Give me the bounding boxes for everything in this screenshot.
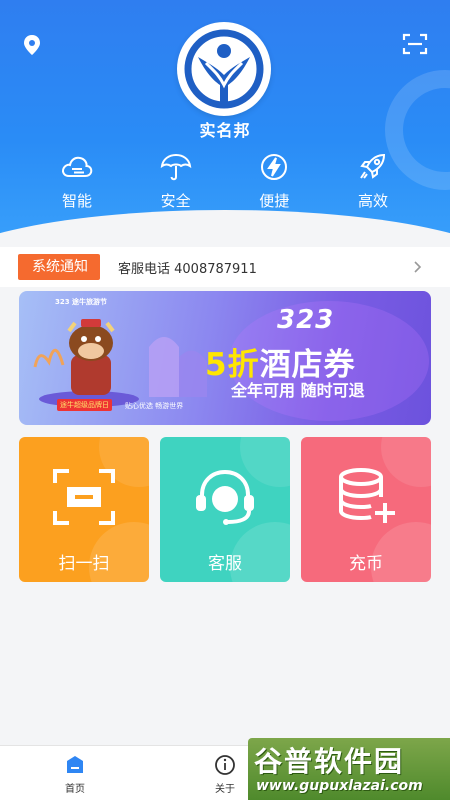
nav-label: 首页	[65, 784, 85, 795]
banner-tag: 途牛超级品牌日	[57, 399, 112, 411]
mascot-illustration	[33, 319, 207, 407]
headset-icon	[196, 469, 254, 525]
feature-secure: 安全	[128, 152, 224, 211]
notice-bar[interactable]: 系统通知 客服电话 4008787911	[0, 247, 450, 287]
chevron-right-icon[interactable]	[412, 259, 422, 275]
coin-stack-icon	[339, 468, 395, 523]
banner-number: 323	[277, 305, 335, 335]
notice-tag: 系统通知	[18, 254, 100, 280]
cloud-icon	[62, 156, 93, 177]
umbrella-icon	[160, 153, 191, 181]
watermark-name: 谷普软件园	[254, 745, 405, 778]
app-logo	[177, 22, 271, 116]
banner-logo: 323 途牛旅游节	[55, 298, 108, 306]
tile-label: 客服	[208, 554, 242, 574]
home-icon	[67, 756, 83, 773]
promo-banner[interactable]: 323 途牛旅游节 途牛超级品牌日 贴心优选 畅游世界 323 5折酒店券 全年…	[19, 291, 431, 425]
feature-efficient: 高效	[325, 152, 421, 211]
app-name: 实名邦	[199, 121, 251, 140]
banner-note: 全年可用 随时可退	[231, 381, 365, 400]
notice-text: 客服电话 4008787911	[118, 261, 257, 277]
feature-label: 安全	[160, 192, 191, 210]
customer-service-tile[interactable]: 客服	[160, 437, 290, 582]
feature-label: 智能	[61, 192, 92, 210]
header: 实名邦 智能 安全 便捷 高效	[0, 0, 450, 255]
nav-label: 关于	[215, 784, 235, 795]
nav-home[interactable]: 首页	[0, 746, 150, 800]
tile-label: 充币	[349, 554, 383, 574]
watermark-url: www.gupuxlazai.com	[256, 778, 423, 794]
tile-label: 扫一扫	[58, 554, 110, 574]
feature-row: 智能 安全 便捷 高效	[29, 152, 421, 211]
banner-subtitle: 贴心优选 畅游世界	[125, 402, 184, 410]
scan-frame-icon	[53, 469, 115, 525]
scan-icon[interactable]	[402, 32, 428, 56]
recharge-tile[interactable]: 充币	[301, 437, 431, 582]
rocket-icon	[360, 153, 385, 179]
info-icon	[215, 755, 235, 775]
lightning-icon	[261, 154, 288, 180]
feature-convenient: 便捷	[226, 152, 322, 211]
location-icon[interactable]	[22, 34, 42, 56]
watermark: 谷普软件园 www.gupuxlazai.com	[248, 738, 450, 800]
feature-label: 便捷	[259, 192, 290, 210]
feature-smart: 智能	[29, 152, 125, 211]
scan-tile[interactable]: 扫一扫	[19, 437, 149, 582]
feature-label: 高效	[357, 192, 388, 210]
